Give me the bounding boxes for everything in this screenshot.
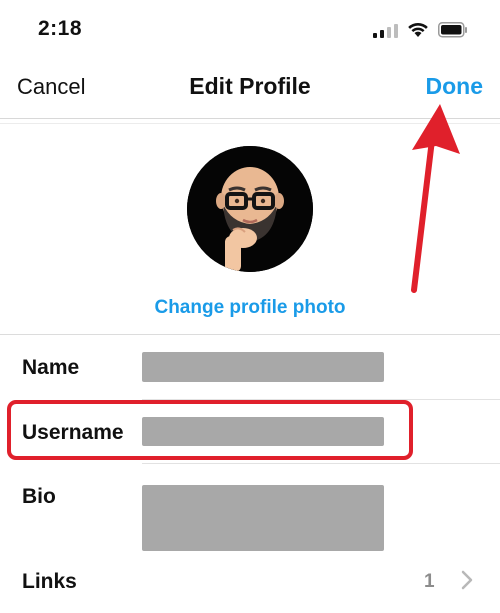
wifi-icon [408,22,428,37]
status-time: 2:18 [38,17,83,40]
avatar[interactable] [187,146,313,272]
battery-icon [438,22,467,38]
name-field[interactable] [142,352,384,382]
links-label[interactable]: Links [22,570,77,594]
change-profile-photo-link[interactable]: Change profile photo [0,297,500,319]
links-count: 1 [424,571,435,592]
done-button[interactable]: Done [426,73,484,100]
memoji-avatar-image [187,146,313,272]
username-highlight-box [7,400,413,460]
section-divider [0,334,500,335]
bio-label: Bio [22,485,56,508]
row-divider [142,463,500,464]
name-label: Name [22,356,80,379]
bio-field[interactable] [142,485,384,551]
signal-icon [373,22,398,38]
chevron-right-icon[interactable] [461,570,473,590]
status-icons [373,20,468,40]
red-arrow-annotation [411,104,460,293]
